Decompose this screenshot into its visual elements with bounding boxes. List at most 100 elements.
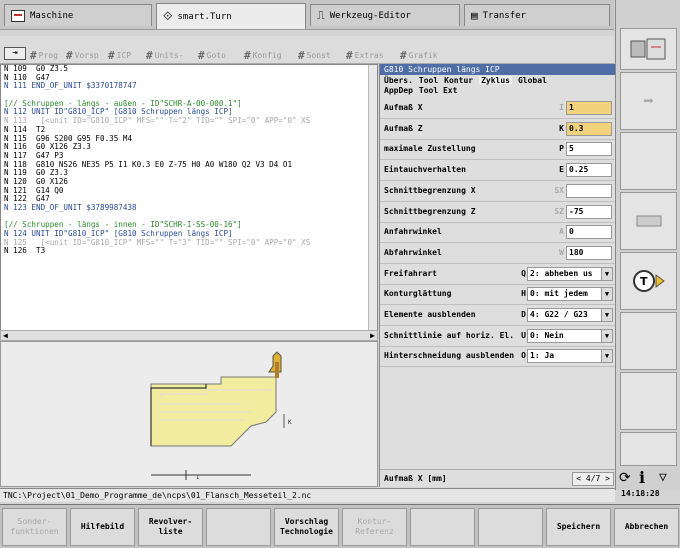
code-line[interactable]: N 109 G0 Z3.5 <box>1 65 377 74</box>
code-line[interactable]: N 113 [<unit ID="G810_ICP" MFS="" T="2" … <box>1 116 377 126</box>
softkey-8[interactable] <box>478 508 543 546</box>
editor-horizontal-scrollbar[interactable]: ◀ ▶ <box>0 330 378 341</box>
home-arrow-icon[interactable]: ⇥ <box>4 47 26 60</box>
param-symbol: D <box>521 310 526 319</box>
menu-units[interactable]: # Units- <box>146 49 184 62</box>
tool-key[interactable]: T <box>620 252 677 310</box>
dialog-title: G810 Schruppen längs ICP <box>380 64 615 75</box>
param-input[interactable]: 5 <box>566 142 612 157</box>
softkey-2[interactable]: Hilfebild <box>70 508 135 546</box>
dialog-tab-tool[interactable]: Tool <box>419 76 438 85</box>
dialog-tab-uebers[interactable]: Übers. <box>384 76 413 85</box>
param-label: Eintauchverhalten <box>384 165 466 175</box>
param-select[interactable]: 1: Ja ▼ <box>527 349 613 364</box>
param-input[interactable]: 180 <box>566 245 612 260</box>
dropdown-arrow-icon[interactable]: ▼ <box>601 329 612 342</box>
right-arrow-icon: ➡ <box>643 90 654 112</box>
dropdown-arrow-icon[interactable]: ▼ <box>601 350 612 363</box>
nc-program-editor[interactable]: N 109 G0 Z3.5 N 110 G47 N 111 END_OF_UNIT … <box>0 64 378 341</box>
dialog-status-bar: Aufmaß X [mm] < 4/7 > <box>380 469 616 487</box>
chip-view-key[interactable] <box>620 192 677 250</box>
tab-label: smart.Turn <box>177 11 232 22</box>
dialog-tab-kontur[interactable]: Kontur <box>444 76 473 85</box>
param-symbol: O <box>521 351 526 361</box>
page-indicator[interactable]: < 4/7 > <box>572 472 614 486</box>
param-input[interactable]: -75 <box>566 204 612 219</box>
empty-softkey-2[interactable] <box>620 312 677 370</box>
info-icon[interactable]: i <box>639 468 645 487</box>
dialog-tab-tool-ext[interactable]: Tool Ext <box>419 86 458 95</box>
tab-werkzeug-editor[interactable]: ⎍ Werkzeug-Editor <box>310 4 460 26</box>
param-row: maximale Zustellung P 5 <box>380 139 616 161</box>
file-path-bar: TNC:\Project\01_Demo_Programme_de\ncps\0… <box>0 488 615 502</box>
arrow-key[interactable]: ➡ <box>620 72 677 130</box>
grid-icon: # <box>108 49 115 62</box>
tab-maschine[interactable]: Maschine <box>4 4 152 26</box>
param-symbol: I <box>559 103 564 112</box>
triangle-down-icon[interactable]: ▽ <box>659 470 667 485</box>
param-symbol: Q <box>521 268 526 278</box>
param-input[interactable] <box>566 183 612 198</box>
param-select[interactable]: 4: G22 / G23 ▼ <box>527 308 613 322</box>
menu-goto[interactable]: # Goto <box>198 49 226 62</box>
softkey-5[interactable]: Vorschlag Technologie <box>274 508 339 546</box>
editor-vertical-scrollbar[interactable] <box>368 65 377 340</box>
code-line[interactable]: N 121 G14 Q0 <box>1 186 377 196</box>
contour-graphic: K I <box>0 341 378 487</box>
menu-icp[interactable]: # ICP <box>108 49 131 62</box>
dialog-tab-appdep[interactable]: AppDep <box>384 86 413 95</box>
dialog-tab-zyklus[interactable]: Zyklus <box>479 76 512 85</box>
dropdown-arrow-icon[interactable]: ▼ <box>601 309 612 321</box>
dropdown-arrow-icon[interactable]: ▼ <box>601 288 612 301</box>
softkey-10[interactable]: Abbrechen <box>614 508 679 546</box>
param-input[interactable]: 0.25 <box>566 163 612 178</box>
softkey-6[interactable]: Kontur- Referenz <box>342 508 407 546</box>
param-row: Hinterschneidung ausblenden O 1: Ja ▼ <box>380 346 616 368</box>
code-line[interactable]: N 126 T3 <box>1 247 377 256</box>
dialog-tab-global[interactable]: Global <box>518 76 547 85</box>
softkey-4[interactable] <box>206 508 271 546</box>
code-lines: N 109 G0 Z3.5 N 110 G47 N 111 END_OF_UNIT … <box>1 65 377 256</box>
code-line[interactable]: N 125 [<unit ID="G810_ICP" MFS="" T="3" … <box>1 238 377 248</box>
menu-konfig[interactable]: # Konfig <box>244 49 282 62</box>
tab-label: Werkzeug-Editor <box>329 10 411 21</box>
param-select[interactable]: 2: abheben us ▼ <box>527 266 613 281</box>
scroll-right-icon[interactable]: ▶ <box>370 331 375 340</box>
tab-transfer[interactable]: ▤ Transfer <box>464 4 610 26</box>
machine-view-key[interactable] <box>620 28 677 70</box>
empty-softkey-4[interactable] <box>620 432 677 466</box>
softkey-7[interactable] <box>410 508 475 546</box>
scroll-left-icon[interactable]: ◀ <box>3 331 8 340</box>
menu-prog[interactable]: # Prog <box>30 49 58 62</box>
code-line[interactable]: N 123 END_OF_UNIT $3789987438 <box>1 203 377 213</box>
empty-softkey-3[interactable] <box>620 372 677 430</box>
param-select[interactable]: 0: mit jedem ▼ <box>527 287 613 302</box>
param-input[interactable]: 1 <box>566 101 612 115</box>
empty-softkey-1[interactable] <box>620 132 677 190</box>
param-input[interactable]: 0.3 <box>566 121 612 136</box>
softkey-9[interactable]: Speichern <box>546 508 611 546</box>
param-input[interactable]: 0 <box>566 225 612 240</box>
menu-vorsp[interactable]: # Vorsp <box>66 49 99 62</box>
param-row: Aufmaß Z K 0.3 <box>380 119 616 140</box>
tab-smart-turn[interactable]: ⟐ smart.Turn <box>156 3 306 29</box>
menu-sonst[interactable]: # Sonst <box>298 49 331 62</box>
grid-icon: # <box>400 49 407 62</box>
param-select[interactable]: 0: Nein ▼ <box>527 328 613 343</box>
dialog-tab-row-2: AppDep Tool Ext <box>380 85 615 95</box>
refresh-icon[interactable]: ⟳ <box>619 470 631 486</box>
param-symbol: K <box>559 123 564 133</box>
grid-icon: # <box>298 49 305 62</box>
softkey-1[interactable]: Sonder- funktionen <box>2 508 67 546</box>
menu-extras[interactable]: # Extras <box>346 49 384 62</box>
param-symbol: SX <box>554 185 564 195</box>
code-line[interactable]: N 111 END_OF_UNIT $3370178747 <box>1 82 377 91</box>
contour-svg: K I <box>150 351 292 481</box>
dropdown-arrow-icon[interactable]: ▼ <box>601 267 612 280</box>
svg-text:T: T <box>640 275 648 288</box>
softkey-3[interactable]: Revolver- liste <box>138 508 203 546</box>
param-value: 2: abheben us <box>530 268 593 278</box>
cycle-dialog: G810 Schruppen längs ICP Übers. Tool Kon… <box>379 64 616 487</box>
tool-icon: ⎍ <box>317 8 325 22</box>
menu-grafik[interactable]: # Grafik <box>400 49 438 62</box>
